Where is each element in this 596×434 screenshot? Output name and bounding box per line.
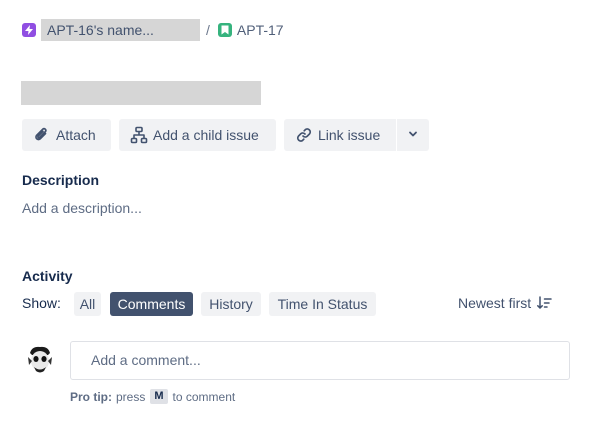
link-issue-split-button: Link issue bbox=[284, 119, 429, 151]
avatar[interactable] bbox=[24, 343, 56, 375]
link-icon bbox=[294, 125, 314, 145]
filter-all-button[interactable]: All bbox=[74, 292, 101, 316]
epic-lightning-icon[interactable] bbox=[22, 23, 36, 37]
breadcrumb: APT-16's name... / APT-17 bbox=[22, 19, 284, 41]
issue-summary-redacted[interactable] bbox=[21, 81, 261, 105]
breadcrumb-separator: / bbox=[206, 22, 210, 38]
breadcrumb-parent-link[interactable]: APT-16's name... bbox=[41, 19, 200, 41]
filter-history-button[interactable]: History bbox=[201, 292, 261, 316]
issue-toolbar: Attach Add a child issue Link issue bbox=[22, 119, 429, 151]
paperclip-icon bbox=[32, 125, 52, 145]
add-child-issue-label: Add a child issue bbox=[153, 127, 259, 143]
link-issue-label: Link issue bbox=[318, 127, 381, 143]
sort-descending-icon bbox=[536, 295, 552, 311]
attach-label: Attach bbox=[56, 127, 96, 143]
comment-input[interactable]: Add a comment... bbox=[70, 341, 570, 380]
keyboard-shortcut-key: M bbox=[150, 389, 168, 404]
filter-comments-button[interactable]: Comments bbox=[110, 292, 193, 316]
child-hierarchy-icon bbox=[129, 125, 149, 145]
attach-button[interactable]: Attach bbox=[22, 119, 111, 151]
chevron-down-icon bbox=[407, 127, 419, 143]
add-child-issue-button[interactable]: Add a child issue bbox=[119, 119, 276, 151]
pro-tip-label: Pro tip: bbox=[70, 389, 112, 404]
filter-time-in-status-button[interactable]: Time In Status bbox=[269, 292, 376, 316]
pro-tip-press: press bbox=[116, 389, 146, 404]
description-heading: Description bbox=[22, 172, 100, 188]
activity-heading: Activity bbox=[22, 268, 73, 284]
pro-tip: Pro tip: press M to comment bbox=[70, 389, 235, 404]
sort-order-label: Newest first bbox=[458, 295, 532, 311]
description-editor[interactable]: Add a description... bbox=[22, 200, 142, 216]
more-actions-dropdown[interactable] bbox=[397, 119, 429, 151]
story-bookmark-icon[interactable] bbox=[217, 23, 232, 37]
breadcrumb-issue-key[interactable]: APT-17 bbox=[237, 22, 284, 38]
sort-order-button[interactable]: Newest first bbox=[458, 295, 552, 311]
pro-tip-suffix: to comment bbox=[172, 389, 236, 404]
link-issue-button[interactable]: Link issue bbox=[284, 119, 396, 151]
